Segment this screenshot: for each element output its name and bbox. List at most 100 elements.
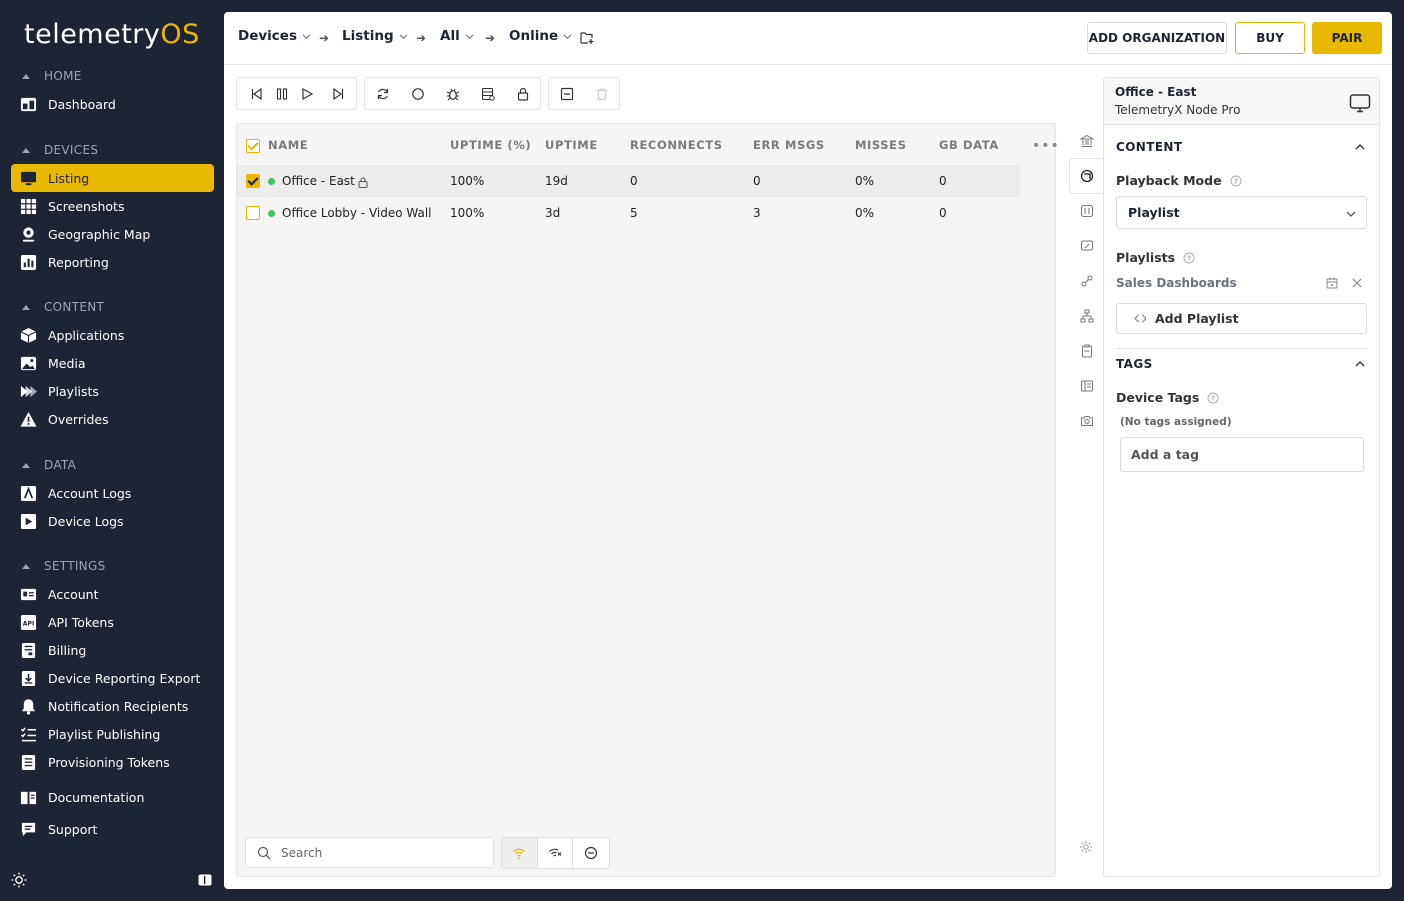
rail-hierarchy-button[interactable] — [1075, 304, 1099, 328]
help-icon[interactable]: ? — [1230, 175, 1242, 187]
debug-button[interactable] — [440, 78, 465, 109]
row-checkbox[interactable] — [246, 174, 260, 188]
column-header-gb-data[interactable]: GB DATA — [939, 138, 999, 152]
filter-online-button[interactable] — [502, 838, 538, 868]
breadcrumb-online[interactable]: Online — [509, 28, 572, 44]
monitor-icon[interactable] — [1349, 92, 1371, 114]
sidebar-item-applications[interactable]: Applications — [11, 321, 214, 349]
chevron-up-icon[interactable] — [1354, 358, 1366, 370]
chevron-down-icon — [1346, 211, 1356, 217]
sidebar-item-support[interactable]: Support — [11, 815, 214, 843]
skip-forward-button[interactable] — [325, 78, 350, 109]
rail-network-button[interactable] — [1075, 269, 1099, 293]
collapse-caret-icon — [22, 147, 30, 153]
sidebar-item-reporting[interactable]: Reporting — [11, 248, 214, 276]
delete-button[interactable] — [589, 78, 614, 109]
rail-clipboard-button[interactable] — [1075, 339, 1099, 363]
sidebar-item-documentation[interactable]: Documentation — [11, 783, 214, 811]
sidebar-item-provisioning-tokens[interactable]: Provisioning Tokens — [11, 748, 214, 776]
playlist-item[interactable]: Sales Dashboards — [1116, 276, 1237, 290]
remove-playlist-close-icon[interactable] — [1350, 276, 1364, 290]
buy-button[interactable]: BUY — [1235, 22, 1305, 54]
network-icon — [1081, 275, 1093, 287]
breadcrumb-listing[interactable]: Listing — [342, 28, 408, 44]
rail-info-button[interactable] — [1075, 199, 1099, 223]
collapse-sidebar-icon[interactable] — [197, 872, 213, 888]
pair-button[interactable]: PAIR — [1312, 22, 1382, 54]
chevron-down-icon — [302, 33, 311, 39]
rail-logs-button[interactable] — [1075, 374, 1099, 398]
filter-disabled-button[interactable] — [573, 838, 609, 868]
online-status-dot — [268, 210, 275, 217]
more-options-icon[interactable]: ••• — [1032, 138, 1060, 154]
sidebar-item-playlists[interactable]: Playlists — [11, 377, 214, 405]
add-folder-icon[interactable] — [580, 31, 595, 45]
help-icon[interactable]: ? — [1183, 252, 1195, 264]
telemetryos-logo[interactable]: telemetryOS — [24, 19, 200, 50]
sidebar-item-device-logs[interactable]: Device Logs — [11, 507, 214, 535]
sidebar-section-home[interactable]: HOME — [22, 66, 82, 86]
table-row[interactable]: Office - East 100% 19d 0 0 0% 0 — [237, 165, 1020, 197]
book-icon — [19, 788, 37, 806]
sidebar-item-api-tokens[interactable]: API API Tokens — [11, 608, 214, 636]
column-header-name[interactable]: NAME — [268, 138, 308, 152]
filter-offline-button[interactable] — [538, 838, 574, 868]
column-header-uptime[interactable]: UPTIME — [545, 138, 598, 152]
column-header-uptime-pct[interactable]: UPTIME (%) — [450, 138, 531, 152]
playback-mode-select[interactable]: Playlist — [1116, 196, 1367, 229]
deselect-button[interactable] — [554, 78, 579, 109]
add-tag-input[interactable] — [1120, 437, 1364, 472]
sidebar-section-content[interactable]: CONTENT — [22, 297, 104, 317]
info-panel-icon — [1081, 205, 1093, 217]
breadcrumb-all[interactable]: All — [440, 28, 474, 44]
schedule-calendar-icon[interactable] — [1325, 276, 1339, 290]
sidebar-item-notification-recipients[interactable]: Notification Recipients — [11, 692, 214, 720]
table-row[interactable]: Office Lobby - Video Wall 100% 3d 5 3 0%… — [237, 197, 1020, 229]
rail-display-button[interactable] — [1075, 234, 1099, 258]
help-icon[interactable]: ? — [1207, 392, 1219, 404]
rail-content-button[interactable] — [1069, 158, 1104, 194]
rail-screenshot-button[interactable] — [1075, 409, 1099, 433]
theme-toggle-sun-icon[interactable] — [11, 872, 27, 888]
sidebar-item-account[interactable]: Account — [11, 580, 214, 608]
collapse-caret-icon — [22, 73, 30, 79]
cache-button[interactable] — [475, 78, 500, 109]
reload-button[interactable] — [370, 78, 395, 109]
row-checkbox[interactable] — [246, 206, 260, 220]
sidebar-item-billing[interactable]: Billing — [11, 636, 214, 664]
rail-organization-button[interactable] — [1075, 129, 1099, 153]
breadcrumb-arrow-icon: ➜ — [416, 31, 427, 45]
search-input[interactable] — [281, 845, 481, 860]
sidebar-item-playlist-publishing[interactable]: Playlist Publishing — [11, 720, 214, 748]
sidebar-item-device-reporting-export[interactable]: Device Reporting Export — [11, 664, 214, 692]
lock-button[interactable] — [510, 78, 535, 109]
device-actions-toolbar — [364, 77, 541, 110]
sidebar-item-media[interactable]: Media — [11, 349, 214, 377]
sidebar-item-listing[interactable]: Listing — [11, 164, 214, 192]
power-button[interactable] — [405, 78, 430, 109]
play-button[interactable] — [294, 78, 319, 109]
sidebar-item-dashboard[interactable]: Dashboard — [11, 90, 214, 118]
pause-button[interactable] — [269, 78, 294, 109]
add-organization-button[interactable]: ADD ORGANIZATION — [1087, 22, 1227, 54]
select-all-checkbox[interactable] — [246, 139, 260, 153]
settings-gear-icon[interactable] — [1079, 840, 1093, 854]
sidebar-section-settings[interactable]: SETTINGS — [22, 556, 105, 576]
column-header-misses[interactable]: MISSES — [855, 138, 907, 152]
sidebar-item-account-logs[interactable]: Account Logs — [11, 479, 214, 507]
playlist-icon — [19, 382, 37, 400]
database-icon — [481, 87, 495, 101]
sidebar-item-overrides[interactable]: Overrides — [11, 405, 214, 433]
sidebar-item-screenshots[interactable]: Screenshots — [11, 192, 214, 220]
column-header-err-msgs[interactable]: ERR MSGS — [753, 138, 825, 152]
add-playlist-button[interactable]: Add Playlist — [1116, 303, 1367, 334]
chevron-up-icon[interactable] — [1354, 141, 1366, 153]
sidebar-section-devices[interactable]: DEVICES — [22, 140, 98, 160]
column-header-reconnects[interactable]: RECONNECTS — [630, 138, 723, 152]
breadcrumb-devices[interactable]: Devices — [238, 28, 311, 44]
sidebar-section-data[interactable]: DATA — [22, 455, 76, 475]
minus-circle-icon — [585, 846, 598, 860]
skip-back-button[interactable] — [244, 78, 269, 109]
sidebar-item-geographic-map[interactable]: Geographic Map — [11, 220, 214, 248]
dashboard-icon — [19, 95, 37, 113]
